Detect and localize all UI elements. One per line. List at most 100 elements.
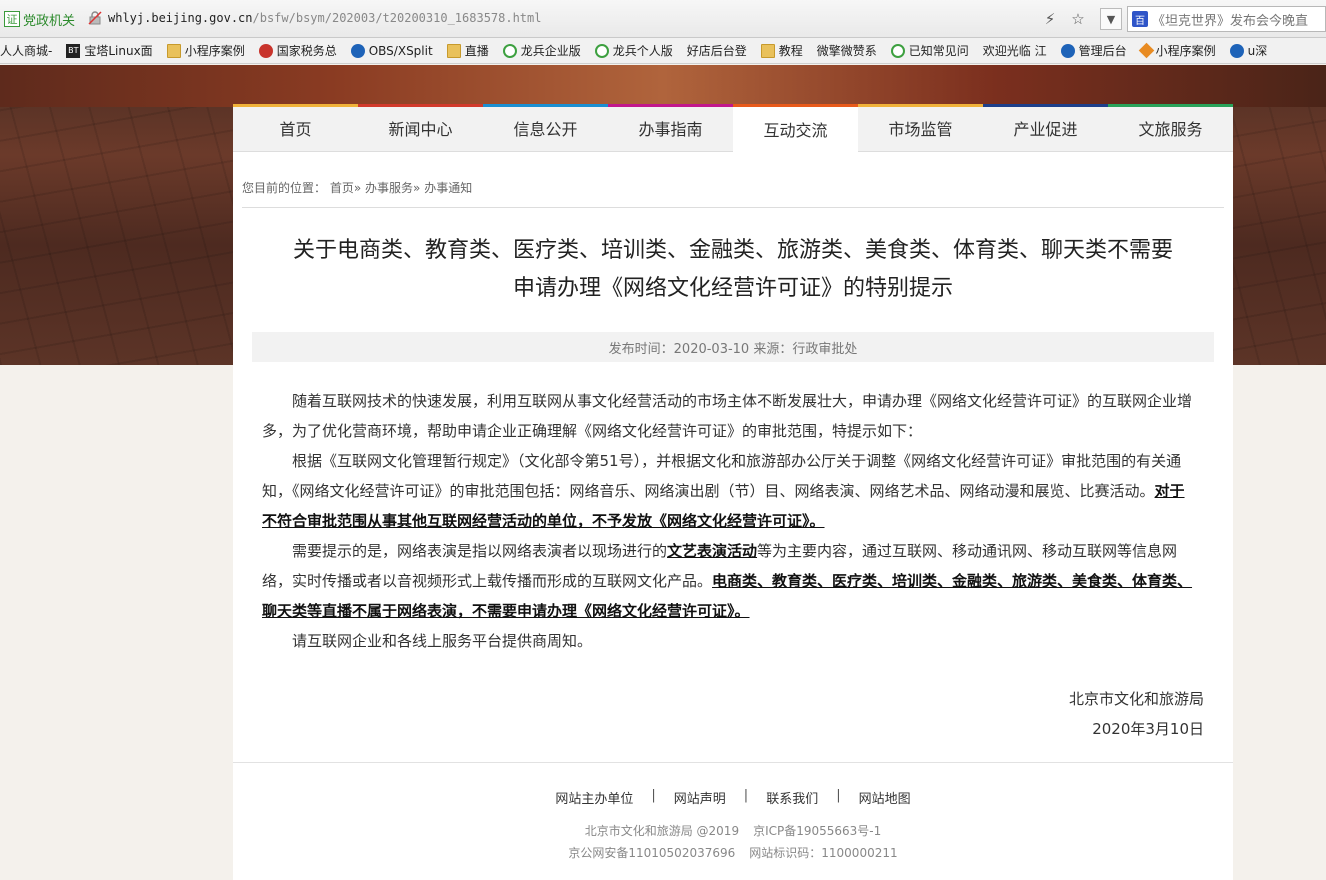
star-icon[interactable]: ☆ xyxy=(1067,8,1089,30)
footer-link-sitemap[interactable]: 网站地图 xyxy=(859,788,911,807)
bookmark-item[interactable]: 龙兵企业版 xyxy=(502,42,581,59)
footer-link-statement[interactable]: 网站声明 xyxy=(674,788,726,807)
breadcrumb-notice[interactable]: 办事通知 xyxy=(424,181,472,195)
bookmark-label: 国家税务总 xyxy=(276,44,337,58)
paragraph-3-text-a: 需要提示的是，网络表演是指以网络表演者以现场进行的 xyxy=(292,542,668,560)
insecure-lock-icon[interactable] xyxy=(88,11,102,25)
nav-item[interactable]: 市场监管 xyxy=(858,104,983,152)
bookmark-item[interactable]: 龙兵个人版 xyxy=(594,42,673,59)
nav-label: 产业促进 xyxy=(1013,120,1078,139)
nav-item[interactable]: 产业促进 xyxy=(983,104,1108,152)
bookmark-item[interactable]: 已知常见问 xyxy=(890,42,969,59)
paragraph-2-text: 根据《互联网文化管理暂行规定》（文化部令第51号），并根据文化和旅游部办公厅关于… xyxy=(262,452,1182,500)
lightning-icon[interactable]: ⚡ xyxy=(1040,8,1060,30)
nav-item[interactable]: 文旅服务 xyxy=(1108,104,1233,152)
footer-sep: | xyxy=(836,788,841,803)
nav-item[interactable]: 互动交流 xyxy=(733,104,858,153)
url-field[interactable]: whlyj.beijing.gov.cn/bsfw/bsym/202003/t2… xyxy=(108,11,541,25)
bookmark-item[interactable]: 直播 xyxy=(446,42,489,59)
bookmark-item[interactable]: 好店后台登 xyxy=(687,42,747,59)
bookmark-label: 龙兵个人版 xyxy=(612,44,673,58)
nav-label: 互动交流 xyxy=(763,120,828,140)
bookmark-item[interactable]: BT 宝塔Linux面 xyxy=(66,42,153,59)
bookmark-folder-icon xyxy=(166,43,181,58)
bookmark-label: 微擎微赞系 xyxy=(816,44,877,58)
certificate-icon: 证 xyxy=(4,11,20,27)
bookmark-green-icon xyxy=(502,43,517,58)
bookmark-item[interactable]: 教程 xyxy=(760,42,803,59)
search-box[interactable]: 百 《坦克世界》发布会今晚直 xyxy=(1127,6,1326,32)
signature: 北京市文化和旅游局 2020年3月10日 xyxy=(1069,684,1204,744)
cert-badge[interactable]: 证 党政机关 xyxy=(4,9,75,29)
bookmark-label: 教程 xyxy=(778,44,803,58)
url-host: whlyj.beijing.gov.cn xyxy=(108,11,253,25)
bookmark-item[interactable]: u深 xyxy=(1229,42,1268,59)
footer-icp[interactable]: 京ICP备19055663号-1 xyxy=(753,824,881,838)
breadcrumb-sep: » xyxy=(353,181,362,195)
footer-divider xyxy=(233,762,1233,763)
bookmark-green-icon xyxy=(594,43,609,58)
bookmark-label: 宝塔Linux面 xyxy=(84,44,153,58)
bookmark-item[interactable]: 欢迎光临 江 xyxy=(983,42,1047,59)
bookmark-label: 好店后台登 xyxy=(686,44,747,58)
bookmark-item[interactable]: 国家税务总 xyxy=(258,42,337,59)
main-nav: 首页 新闻中心 信息公开 办事指南 互动交流 市场监管 产业促进 文旅服务 xyxy=(233,104,1233,153)
nav-color-bar xyxy=(358,104,483,107)
cert-label: 党政机关 xyxy=(23,13,76,29)
nav-item[interactable]: 办事指南 xyxy=(608,104,733,152)
paragraph-4: 请互联网企业和各线上服务平台提供商周知。 xyxy=(292,632,593,650)
article-body: 随着互联网技术的快速发展，利用互联网从事文化经营活动的市场主体不断发展壮大，申请… xyxy=(262,386,1198,656)
nav-item[interactable]: 信息公开 xyxy=(483,104,608,152)
bookmark-item[interactable]: 人人商城- xyxy=(0,42,52,59)
bookmark-item[interactable]: 小程序案例 xyxy=(1138,42,1216,59)
bookmark-item[interactable]: 管理后台 xyxy=(1060,42,1127,59)
bookmark-item[interactable]: 小程序案例 xyxy=(166,42,245,59)
baidu-paw-icon: 百 xyxy=(1132,11,1148,27)
divider xyxy=(242,207,1224,208)
nav-label: 新闻中心 xyxy=(388,120,453,139)
bookmark-label: OBS/XSplit xyxy=(368,43,433,58)
nav-item[interactable]: 首页 xyxy=(233,104,358,152)
paragraph-2: 根据《互联网文化管理暂行规定》（文化部令第51号），并根据文化和旅游部办公厅关于… xyxy=(262,446,1198,536)
bookmark-blue-icon xyxy=(350,43,365,58)
bookmark-item[interactable]: 微擎微赞系 xyxy=(817,42,877,59)
breadcrumb-service[interactable]: 办事服务 xyxy=(365,181,413,195)
signature-date: 2020年3月10日 xyxy=(1092,720,1204,738)
paragraph-3-emphasis-a: 文艺表演活动 xyxy=(667,542,758,560)
nav-label: 市场监管 xyxy=(888,120,953,139)
nav-label: 文旅服务 xyxy=(1138,120,1203,139)
bookmark-orange-icon xyxy=(1138,42,1154,59)
paragraph-3: 需要提示的是，网络表演是指以网络表演者以现场进行的文艺表演活动等为主要内容，通过… xyxy=(262,536,1198,626)
title-line-2: 申请办理《网络文化经营许可证》的特别提示 xyxy=(512,276,953,301)
nav-color-bar xyxy=(983,104,1108,107)
browser-address-bar: 证 党政机关 whlyj.beijing.gov.cn/bsfw/bsym/20… xyxy=(0,0,1326,38)
title-line-1: 关于电商类、教育类、医疗类、培训类、金融类、旅游类、美食类、体育类、聊天类不需要 xyxy=(292,238,1173,263)
footer-link-contact[interactable]: 联系我们 xyxy=(766,788,818,807)
page-title: 关于电商类、教育类、医疗类、培训类、金融类、旅游类、美食类、体育类、聊天类不需要… xyxy=(247,232,1219,308)
bookmark-label: u深 xyxy=(1247,44,1268,58)
bookmark-label: 人人商城- xyxy=(0,44,53,58)
footer-police-record[interactable]: 京公网安备11010502037696 xyxy=(568,846,735,860)
breadcrumb-sep: » xyxy=(413,181,421,195)
nav-item[interactable]: 新闻中心 xyxy=(358,104,483,152)
bookmark-item[interactable]: OBS/XSplit xyxy=(350,43,433,58)
url-path: /bsfw/bsym/202003/t20200310_1683578.html xyxy=(252,11,542,25)
footer-link-sponsor[interactable]: 网站主办单位 xyxy=(555,788,633,807)
bookmark-label: 管理后台 xyxy=(1078,44,1127,58)
signature-org: 北京市文化和旅游局 xyxy=(1068,690,1204,708)
nav-label: 首页 xyxy=(279,120,312,139)
breadcrumb-home[interactable]: 首页 xyxy=(330,181,354,195)
main-content: 首页 新闻中心 信息公开 办事指南 互动交流 市场监管 产业促进 文旅服务 您目前的位置： 首… xyxy=(233,104,1233,880)
bookmark-dark-icon: BT xyxy=(66,43,81,58)
bookmark-label: 小程序案例 xyxy=(1155,44,1216,58)
bookmark-folder-icon xyxy=(446,43,461,58)
paragraph-1: 随着互联网技术的快速发展，利用互联网从事文化经营活动的市场主体不断发展壮大，申请… xyxy=(262,392,1193,440)
bookmark-blue-icon xyxy=(1060,43,1075,58)
footer-site-id: 网站标识码：1100000211 xyxy=(749,846,898,860)
dropdown-arrow-icon[interactable]: ▼ xyxy=(1100,8,1122,30)
bookmark-blue-icon xyxy=(1229,43,1244,58)
footer-info: 北京市文化和旅游局 @2019 京ICP备19055663号-1 京公网安备110… xyxy=(233,820,1233,864)
bookmark-label: 直播 xyxy=(464,44,489,58)
footer-sep: | xyxy=(651,788,656,803)
hero-palace-image xyxy=(0,65,1326,107)
